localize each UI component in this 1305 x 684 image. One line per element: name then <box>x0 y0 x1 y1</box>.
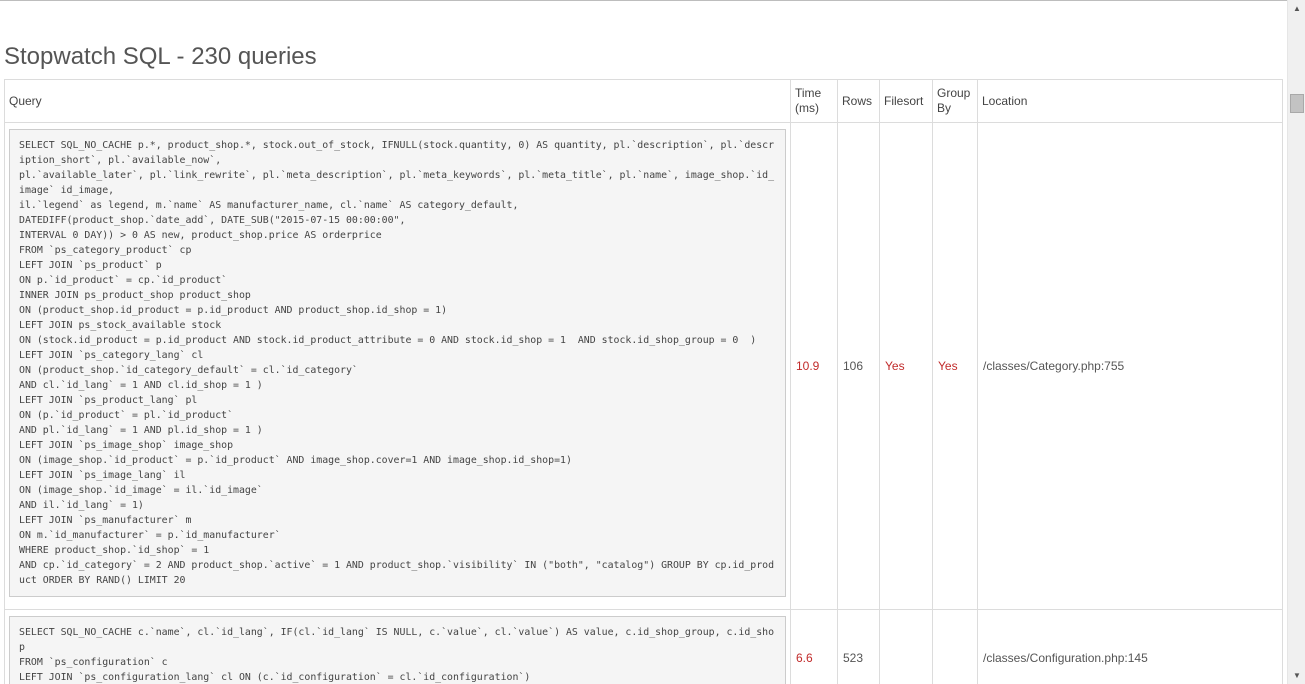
scroll-up-arrow-icon[interactable]: ▲ <box>1288 0 1305 17</box>
scrollbar-thumb[interactable] <box>1290 94 1304 113</box>
table-header-row: Query Time (ms) Rows Filesort Group By L… <box>4 79 1283 123</box>
column-header-group-by[interactable]: Group By <box>932 79 978 123</box>
group-by-cell: Yes <box>932 122 978 610</box>
rows-cell: 106 <box>837 122 880 610</box>
table-row: SELECT SQL_NO_CACHE p.*, product_shop.*,… <box>4 122 1283 610</box>
page-content: Stopwatch SQL - 230 queries Query Time (… <box>0 0 1287 684</box>
page-title: Stopwatch SQL - 230 queries <box>4 43 317 70</box>
queries-table: Query Time (ms) Rows Filesort Group By L… <box>4 79 1283 684</box>
query-text: SELECT SQL_NO_CACHE p.*, product_shop.*,… <box>9 129 786 597</box>
time-cell: 6.6 <box>790 609 838 684</box>
column-header-location[interactable]: Location <box>977 79 1283 123</box>
query-cell: SELECT SQL_NO_CACHE p.*, product_shop.*,… <box>4 122 791 610</box>
table-row: SELECT SQL_NO_CACHE c.`name`, cl.`id_lan… <box>4 609 1283 684</box>
scroll-down-arrow-icon[interactable]: ▼ <box>1288 667 1305 684</box>
location-cell: /classes/Category.php:755 <box>977 122 1283 610</box>
vertical-scrollbar[interactable]: ▲ ▼ <box>1287 0 1305 684</box>
column-header-rows[interactable]: Rows <box>837 79 880 123</box>
location-cell: /classes/Configuration.php:145 <box>977 609 1283 684</box>
filesort-cell: Yes <box>879 122 933 610</box>
query-cell: SELECT SQL_NO_CACHE c.`name`, cl.`id_lan… <box>4 609 791 684</box>
group-by-cell <box>932 609 978 684</box>
query-text: SELECT SQL_NO_CACHE c.`name`, cl.`id_lan… <box>9 616 786 684</box>
column-header-query[interactable]: Query <box>4 79 791 123</box>
column-header-time[interactable]: Time (ms) <box>790 79 838 123</box>
column-header-filesort[interactable]: Filesort <box>879 79 933 123</box>
filesort-cell <box>879 609 933 684</box>
time-cell: 10.9 <box>790 122 838 610</box>
rows-cell: 523 <box>837 609 880 684</box>
